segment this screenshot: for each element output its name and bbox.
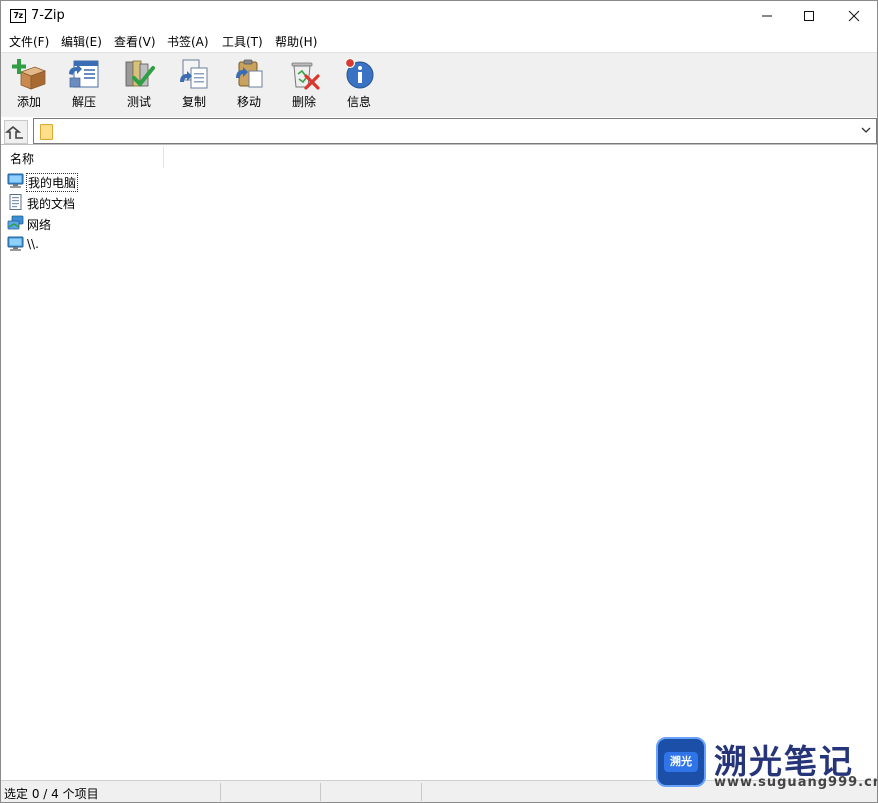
- network-icon: [7, 215, 24, 230]
- address-input[interactable]: [33, 118, 877, 144]
- menu-file[interactable]: 文件(F): [9, 33, 49, 50]
- move-icon: [236, 59, 263, 88]
- menu-view[interactable]: 查看(V): [114, 33, 156, 50]
- extract-icon: [69, 60, 99, 88]
- list-item-label: 网络: [27, 218, 52, 232]
- status-divider: [320, 783, 321, 801]
- info-button[interactable]: 信息: [332, 56, 386, 114]
- main-window: 7z 7-Zip 文件(F) 编辑(E) 查看(V) 书签(A) 工具(T) 帮…: [0, 0, 878, 803]
- file-list[interactable]: 名称 我的电脑 我的文档 网络 \\.: [1, 144, 877, 781]
- info-label: 信息: [346, 95, 371, 109]
- column-header-name[interactable]: 名称: [1, 146, 164, 168]
- document-icon: [9, 194, 22, 210]
- list-item[interactable]: 网络: [7, 214, 227, 234]
- watermark-logo: 溯光: [656, 737, 706, 787]
- move-label: 移动: [236, 95, 261, 109]
- watermark-url: www.suguang999.cn: [714, 775, 878, 790]
- list-item[interactable]: 我的电脑: [7, 172, 227, 192]
- extract-label: 解压: [71, 95, 96, 109]
- column-header-label: 名称: [10, 152, 35, 166]
- close-button[interactable]: [831, 1, 877, 31]
- copy-button[interactable]: 复制: [167, 56, 221, 114]
- copy-label: 复制: [181, 95, 206, 109]
- computer-icon: [7, 236, 24, 251]
- folder-icon: [40, 124, 53, 140]
- watermark: 溯光 溯光笔记 www.suguang999.cn: [656, 737, 877, 791]
- test-label: 测试: [126, 95, 151, 109]
- maximize-icon: [804, 11, 814, 21]
- list-item-label: \\.: [27, 237, 39, 251]
- menu-edit[interactable]: 编辑(E): [61, 33, 102, 50]
- menu-bar: 文件(F) 编辑(E) 查看(V) 书签(A) 工具(T) 帮助(H): [1, 31, 877, 51]
- menu-bookmarks[interactable]: 书签(A): [167, 33, 209, 50]
- add-label: 添加: [16, 95, 41, 109]
- add-icon: [12, 59, 47, 90]
- window-title: 7-Zip: [31, 8, 65, 23]
- chevron-down-icon[interactable]: [860, 124, 872, 136]
- close-icon: [848, 10, 860, 22]
- list-item-label: 我的电脑: [26, 173, 79, 192]
- app-icon: 7z: [10, 9, 26, 23]
- copy-icon: [180, 59, 208, 89]
- move-button[interactable]: 移动: [222, 56, 276, 114]
- toolbar: 添加 解压 测试 复制 移动 删除 信息: [1, 52, 877, 118]
- info-icon: [344, 58, 374, 89]
- computer-icon: [7, 173, 24, 188]
- status-selection-text: 选定 0 / 4 个项目: [4, 787, 99, 801]
- extract-button[interactable]: 解压: [57, 56, 111, 114]
- up-arrow-icon: [4, 125, 23, 139]
- status-divider: [421, 783, 422, 801]
- address-bar: [1, 117, 877, 144]
- menu-help[interactable]: 帮助(H): [275, 33, 317, 50]
- delete-button[interactable]: 删除: [277, 56, 331, 114]
- add-button[interactable]: 添加: [2, 56, 56, 114]
- maximize-button[interactable]: [786, 1, 832, 31]
- menu-tools[interactable]: 工具(T): [222, 33, 263, 50]
- watermark-logo-text: 溯光: [664, 752, 698, 772]
- delete-icon: [291, 62, 320, 90]
- up-folder-button[interactable]: [4, 120, 28, 144]
- list-item-label: 我的文档: [27, 197, 76, 211]
- minimize-button[interactable]: [744, 1, 790, 31]
- test-button[interactable]: 测试: [112, 56, 166, 114]
- title-bar[interactable]: 7z 7-Zip: [1, 1, 877, 31]
- minimize-icon: [762, 15, 772, 17]
- list-item[interactable]: 我的文档: [7, 193, 227, 213]
- list-item[interactable]: \\.: [7, 235, 227, 255]
- test-icon: [125, 60, 155, 87]
- delete-label: 删除: [291, 95, 316, 109]
- status-divider: [220, 783, 221, 801]
